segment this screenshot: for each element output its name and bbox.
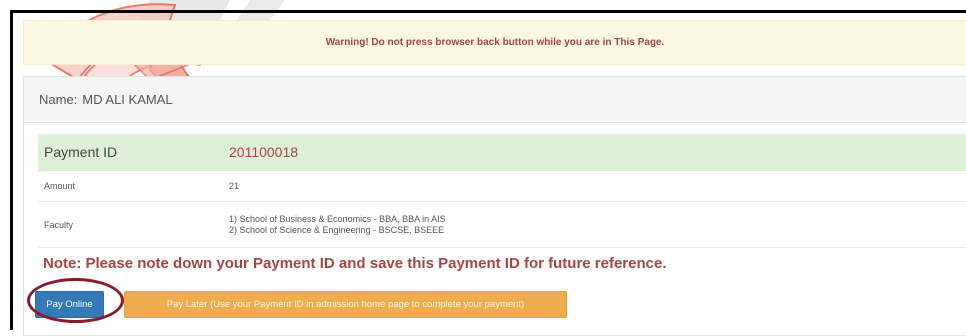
name-value: MD ALI KAMAL [82, 92, 173, 107]
faculty-label: Faculty [44, 219, 74, 230]
note-text: Note: Please note down your Payment ID a… [43, 255, 667, 272]
amount-row: Amount 21 [38, 171, 966, 202]
faculty-list: 1) School of Business & Economics - BBA,… [229, 214, 446, 236]
faculty-row: Faculty 1) School of Business & Economic… [38, 202, 966, 248]
payment-id-value: 201100018 [229, 144, 299, 160]
student-name-heading: Name: MD ALI KAMAL [24, 77, 966, 123]
pay-later-button[interactable]: Pay Later (Use your Payment ID in admiss… [124, 291, 567, 318]
faculty-item: 1) School of Business & Economics - BBA,… [229, 213, 446, 224]
name-label: Name: [39, 92, 78, 107]
warning-alert: Warning! Do not press browser back butto… [23, 20, 966, 65]
payment-id-row: Payment ID 201100018 [38, 134, 966, 171]
amount-value: 21 [229, 181, 240, 191]
amount-label: Amount [44, 181, 76, 191]
faculty-item: 2) School of Science & Engineering - BSC… [229, 224, 445, 235]
warning-text: Warning! Do not press browser back butto… [325, 37, 665, 48]
highlight-annotation-circle [27, 278, 124, 323]
payment-panel: Name: MD ALI KAMAL Payment ID 201100018 … [23, 76, 966, 336]
payment-id-label: Payment ID [44, 144, 118, 160]
